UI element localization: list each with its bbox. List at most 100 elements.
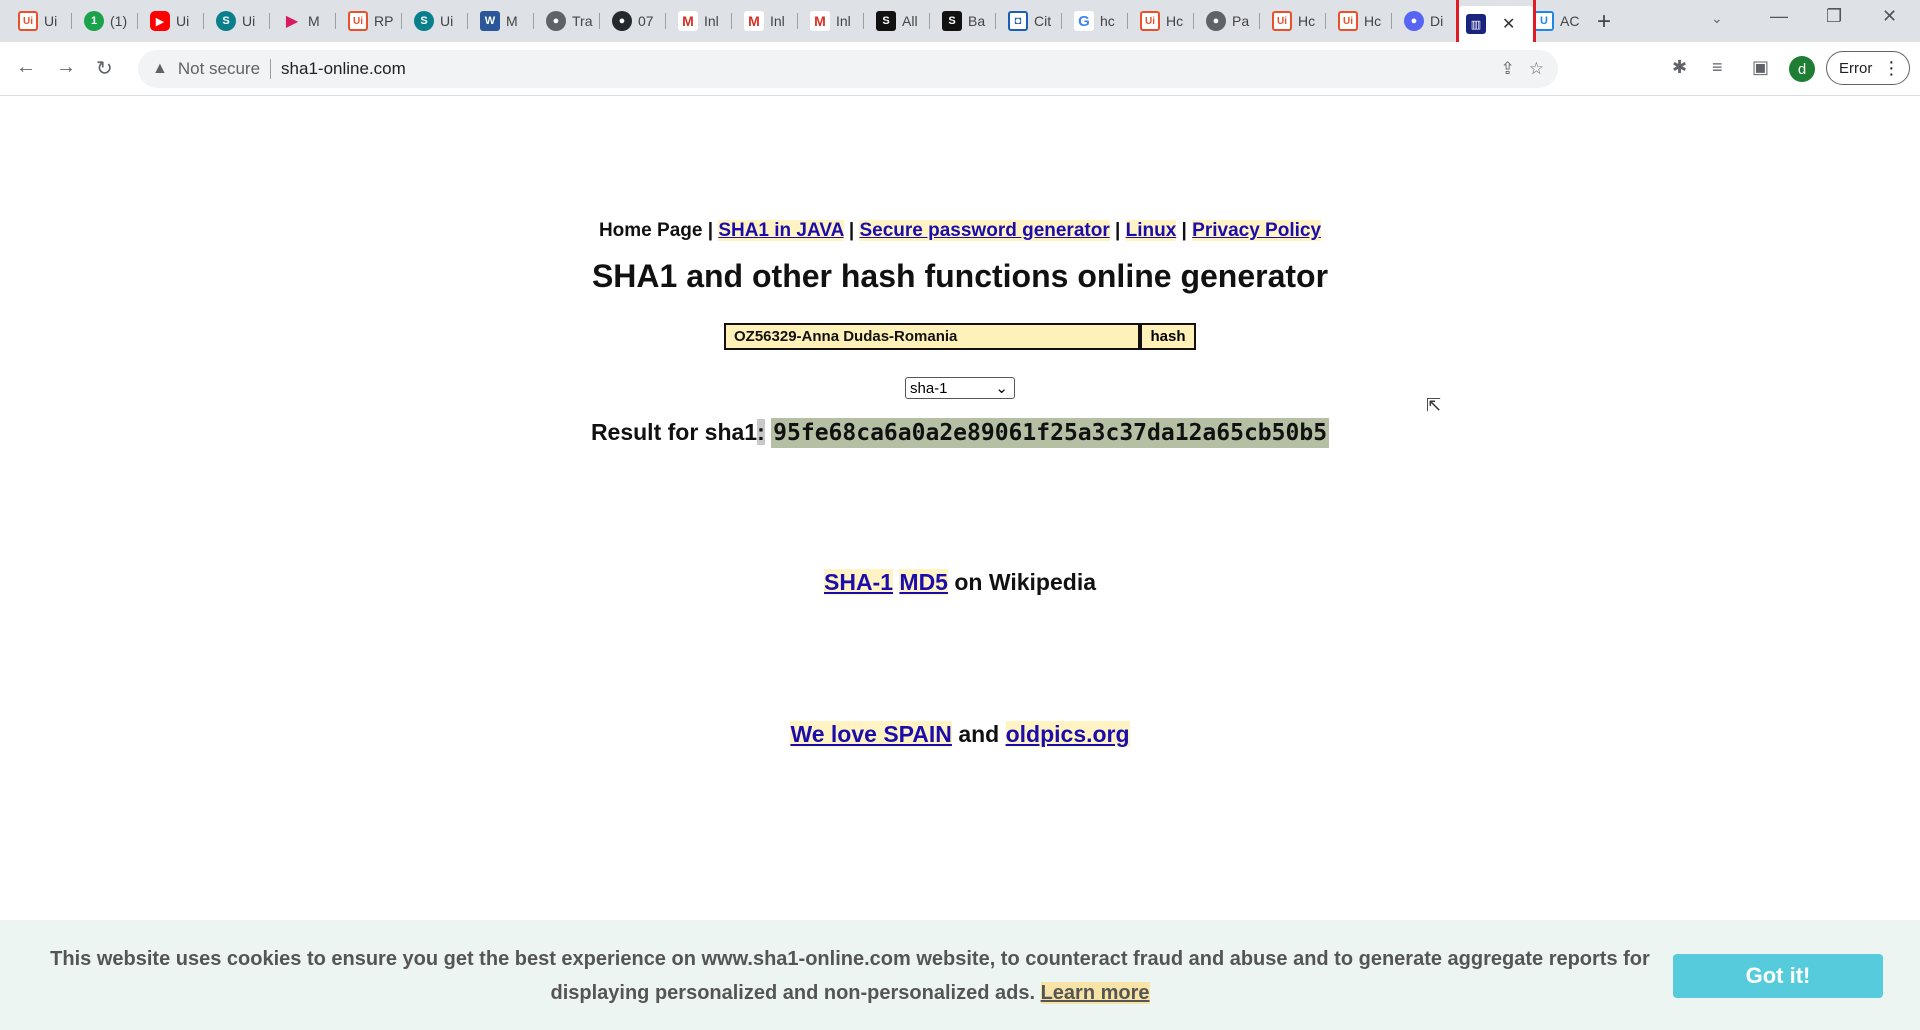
- reload-icon[interactable]: ↻: [96, 56, 113, 81]
- tab-16[interactable]: ◘ Cit: [998, 6, 1062, 36]
- ac-icon: U: [1534, 11, 1554, 31]
- wikipedia-suffix: on Wikipedia: [954, 569, 1096, 595]
- address-bar[interactable]: ▲ Not secure sha1-online.com ⇪ ☆: [138, 50, 1558, 88]
- close-window-icon[interactable]: ✕: [1882, 6, 1897, 27]
- play-icon: ▶: [285, 13, 299, 30]
- tab-15[interactable]: S Ba: [932, 6, 996, 36]
- sharepoint-icon: S: [216, 11, 236, 31]
- new-tab-icon[interactable]: +: [1597, 8, 1611, 36]
- uipath-icon: Ui: [1140, 11, 1160, 31]
- tab-8[interactable]: WM: [470, 6, 534, 36]
- tab-strip: Ui Ui 1 (1) ▶ Ui S Ui ▶ M Ui RP S Ui WM ● Tra ● 0…: [0, 0, 1920, 42]
- tab-17[interactable]: Ghc: [1064, 6, 1128, 36]
- hash-input[interactable]: [724, 323, 1140, 350]
- result-line: Result for sha1: 95fe68ca6a0a2e89061f25a…: [0, 418, 1920, 448]
- extensions-puzzle-icon[interactable]: ✱: [1672, 57, 1687, 78]
- home-page-label: Home Page: [598, 220, 703, 241]
- mouse-cursor-icon: ⇱: [1426, 395, 1442, 415]
- chevron-down-icon: ⌄: [995, 380, 1008, 397]
- tab-7[interactable]: S Ui: [404, 6, 468, 36]
- page-content: Home Page | SHA1 in JAVA | Secure passwo…: [0, 96, 1920, 1030]
- error-menu-button[interactable]: Error ⋮: [1826, 51, 1910, 85]
- hash-button[interactable]: hash: [1140, 323, 1196, 350]
- gmail-icon: M: [810, 11, 830, 31]
- tab-3[interactable]: ▶ Ui: [140, 6, 204, 36]
- discord-icon: ●: [1404, 11, 1424, 31]
- link-we-love-spain[interactable]: We love SPAIN: [790, 721, 952, 747]
- s-icon: S: [942, 11, 962, 31]
- got-it-button[interactable]: Got it!: [1673, 954, 1883, 998]
- github-icon: ●: [612, 11, 632, 31]
- tab-12[interactable]: M Inl: [734, 6, 798, 36]
- tab-5[interactable]: ▶ M: [272, 6, 336, 36]
- globe-icon: ●: [1206, 11, 1226, 31]
- tab-11[interactable]: M Inl: [668, 6, 732, 36]
- algorithm-value: sha-1: [910, 379, 948, 397]
- link-md5-wikipedia[interactable]: MD5: [899, 569, 948, 595]
- warning-triangle-icon[interactable]: ▲: [152, 60, 168, 78]
- google-icon: G: [1074, 11, 1094, 31]
- learn-more-link[interactable]: Learn more: [1040, 982, 1150, 1004]
- bag-icon: ◘: [1008, 11, 1028, 31]
- tab-21[interactable]: Ui Hc: [1328, 6, 1392, 36]
- link-sha1-java[interactable]: SHA1 in JAVA: [718, 220, 844, 241]
- uipath-icon: Ui: [1272, 11, 1292, 31]
- link-privacy-policy[interactable]: Privacy Policy: [1192, 220, 1322, 241]
- browser-toolbar: ← → ↻ ▲ Not secure sha1-online.com ⇪ ☆ ✱…: [0, 42, 1920, 96]
- green-badge-icon: 1: [84, 11, 104, 31]
- tab-10[interactable]: ● 07: [602, 6, 666, 36]
- kebab-menu-icon: ⋮: [1882, 57, 1901, 78]
- tab-search-chevron-icon[interactable]: ⌄: [1711, 10, 1723, 27]
- gmail-icon: M: [744, 11, 764, 31]
- gmail-icon: M: [678, 11, 698, 31]
- tab-19[interactable]: ● Pa: [1196, 6, 1260, 36]
- link-oldpics[interactable]: oldpics.org: [1005, 721, 1130, 747]
- wikipedia-line: SHA-1 MD5 on Wikipedia: [0, 569, 1920, 596]
- tab-2[interactable]: 1 (1): [74, 6, 138, 36]
- minimize-icon[interactable]: —: [1770, 6, 1788, 27]
- s-icon: S: [876, 11, 896, 31]
- link-linux[interactable]: Linux: [1125, 220, 1177, 241]
- uipath-icon: Ui: [348, 11, 368, 31]
- site-nav: Home Page | SHA1 in JAVA | Secure passwo…: [598, 220, 1322, 241]
- share-icon[interactable]: ⇪: [1501, 59, 1515, 79]
- algorithm-select[interactable]: sha-1 ⌄: [905, 377, 1015, 399]
- youtube-icon: ▶: [150, 11, 170, 31]
- tab-22[interactable]: ● Di: [1394, 6, 1454, 36]
- restore-icon[interactable]: ❐: [1826, 6, 1842, 27]
- tab-9[interactable]: ● Tra: [536, 6, 600, 36]
- tab-20[interactable]: Ui Hc: [1262, 6, 1326, 36]
- media-controls-icon[interactable]: ≡: [1712, 57, 1723, 78]
- back-arrow-icon[interactable]: ←: [16, 56, 36, 79]
- link-password-generator[interactable]: Secure password generator: [859, 220, 1110, 241]
- sharepoint-icon: S: [414, 11, 434, 31]
- partner-links-line: We love SPAIN and oldpics.org: [0, 721, 1920, 748]
- uipath-icon: Ui: [18, 11, 38, 31]
- tab-13[interactable]: M Inl: [800, 6, 864, 36]
- and-label: and: [958, 721, 1000, 747]
- result-colon: :: [757, 419, 765, 445]
- page-title: SHA1 and other hash functions online gen…: [591, 258, 1329, 294]
- cookie-message: This website uses cookies to ensure you …: [40, 942, 1660, 1010]
- side-panel-icon[interactable]: ▣: [1752, 57, 1769, 78]
- cookie-text: This website uses cookies to ensure you …: [50, 948, 1650, 1004]
- word-icon: W: [480, 11, 500, 31]
- result-label: Result for sha1: [590, 419, 758, 445]
- tab-1[interactable]: Ui Ui: [8, 6, 72, 36]
- bookmark-star-icon[interactable]: ☆: [1529, 59, 1544, 79]
- tab-6[interactable]: Ui RP: [338, 6, 402, 36]
- url-text[interactable]: sha1-online.com: [281, 59, 406, 79]
- globe-icon: ●: [546, 11, 566, 31]
- tab-18[interactable]: Ui Hc: [1130, 6, 1194, 36]
- uipath-icon: Ui: [1338, 11, 1358, 31]
- forward-arrow-icon[interactable]: →: [56, 56, 76, 79]
- link-sha1-wikipedia[interactable]: SHA-1: [824, 569, 894, 595]
- not-secure-label[interactable]: Not secure: [178, 59, 260, 79]
- tab-4[interactable]: S Ui: [206, 6, 270, 36]
- tab-14[interactable]: S All: [866, 6, 930, 36]
- cookie-banner: This website uses cookies to ensure you …: [0, 920, 1920, 1030]
- profile-avatar[interactable]: d: [1789, 56, 1815, 82]
- hash-form: hash: [724, 323, 1196, 350]
- result-hash[interactable]: 95fe68ca6a0a2e89061f25a3c37da12a65cb50b5: [771, 418, 1330, 448]
- error-label: Error: [1839, 59, 1873, 77]
